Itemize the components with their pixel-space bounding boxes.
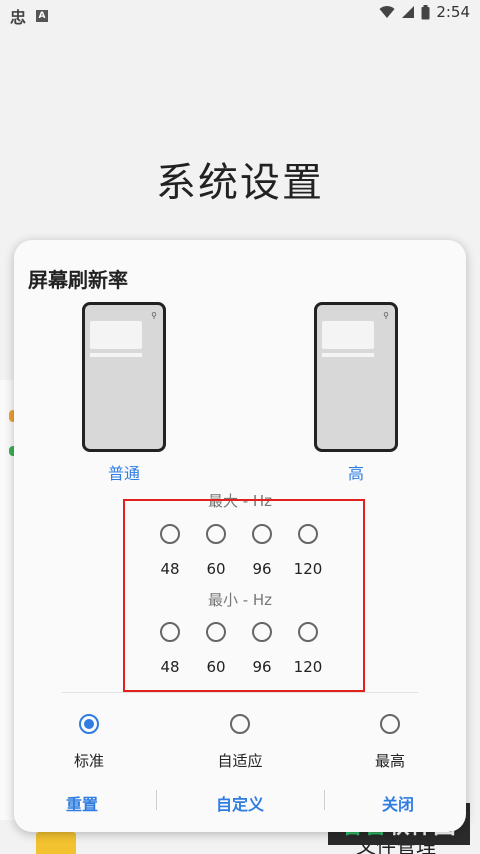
status-left: 忠 A	[10, 4, 49, 28]
clock: 2:54	[436, 3, 470, 21]
preview-bar	[322, 321, 374, 349]
divider	[62, 692, 418, 693]
mode-highest-label: 最高	[374, 752, 405, 770]
mode-standard-label: 标准	[73, 752, 104, 770]
page-title: 系统设置	[156, 160, 324, 206]
phone-preview-normal[interactable]: ⚲	[82, 302, 166, 452]
a-badge-icon: A	[36, 10, 49, 22]
search-icon: ⚲	[151, 311, 157, 320]
mode-adaptive-radio[interactable]	[230, 714, 250, 734]
battery-icon	[421, 4, 430, 19]
status-bar: 忠 A 2:54	[0, 0, 480, 28]
dialog-title: 屏幕刷新率	[28, 268, 128, 292]
button-separator	[324, 790, 325, 810]
folder-icon	[36, 832, 76, 854]
refresh-rate-dialog: 屏幕刷新率 ⚲ 普通 ⚲ 高 最大 - Hz 48 60 96 120 最小 -…	[14, 240, 466, 832]
phone-label-normal[interactable]: 普通	[64, 460, 184, 484]
status-right: 2:54	[379, 3, 470, 21]
mode-highest-radio[interactable]	[380, 714, 400, 734]
phone-preview-high[interactable]: ⚲	[314, 302, 398, 452]
custom-button[interactable]: 自定义	[190, 791, 290, 815]
reset-button[interactable]: 重置	[32, 791, 132, 815]
button-separator	[156, 790, 157, 810]
preview-bar	[90, 321, 142, 349]
highlight-box	[123, 499, 365, 692]
app-notification-icon: 忠	[10, 8, 27, 27]
signal-icon	[402, 6, 415, 18]
search-icon: ⚲	[383, 311, 389, 320]
phone-label-high[interactable]: 高	[296, 460, 416, 484]
mode-standard-radio[interactable]	[79, 714, 99, 734]
close-button[interactable]: 关闭	[348, 791, 448, 815]
preview-line	[322, 353, 374, 357]
preview-line	[90, 353, 142, 357]
mode-adaptive-label: 自适应	[217, 752, 263, 770]
wifi-icon	[379, 6, 395, 19]
